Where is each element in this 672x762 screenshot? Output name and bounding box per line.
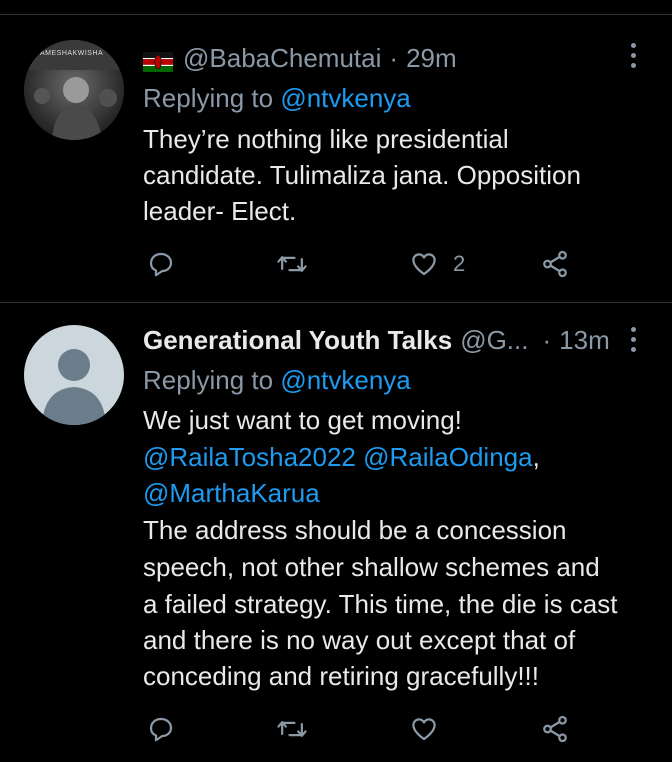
- kenya-flag-icon: [143, 48, 173, 72]
- avatar-caption: AMESHAKWISHA: [40, 50, 104, 57]
- replying-to: Replying to @ntvkenya: [143, 365, 411, 395]
- reply-button[interactable]: [146, 711, 176, 747]
- separator-dot: ·: [389, 42, 399, 73]
- more-icon[interactable]: [631, 327, 637, 353]
- tweet-text-line: candidate. Tulimaliza jana. Opposition: [143, 160, 581, 190]
- more-icon[interactable]: [631, 43, 637, 69]
- retweet-button[interactable]: [276, 711, 308, 747]
- avatar[interactable]: [24, 325, 124, 425]
- replying-to-link[interactable]: @ntvkenya: [280, 365, 410, 395]
- tweet-text-line: conceding and retiring gracefully!!!: [143, 661, 540, 691]
- like-count: 2: [453, 251, 466, 276]
- tweet-text-line: They’re nothing like presidential: [143, 124, 509, 154]
- like-button[interactable]: [409, 711, 439, 747]
- tweet-header: @BabaChemutai · 29m: [143, 41, 648, 75]
- tweet-text-line: a failed strategy. This time, the die is…: [143, 589, 618, 619]
- tweet-header: Generational Youth Talks @G... · 13m: [143, 323, 648, 357]
- replying-to-link[interactable]: @ntvkenya: [280, 83, 410, 113]
- separator-dot: ·: [542, 324, 552, 355]
- like-button[interactable]: 2: [409, 246, 465, 282]
- mentions-line: @RailaTosha2022 @RailaOdinga,: [143, 439, 540, 475]
- tweet-1[interactable]: AMESHAKWISHA @BabaChemutai · 29m Replyin…: [0, 0, 672, 302]
- tweet-text-line: We just want to get moving!: [143, 405, 462, 435]
- retweet-icon: [277, 256, 307, 272]
- timestamp[interactable]: 13m: [559, 325, 610, 356]
- like-icon: [412, 718, 436, 741]
- mention-link[interactable]: @RailaOdinga: [363, 442, 532, 472]
- mention-link[interactable]: @MarthaKarua: [143, 478, 320, 508]
- tweet-2[interactable]: Generational Youth Talks @G... · 13m Rep…: [0, 303, 672, 762]
- share-button[interactable]: [540, 246, 570, 282]
- default-avatar-icon: [42, 349, 106, 425]
- reply-button[interactable]: [146, 246, 176, 282]
- user-handle[interactable]: @G...: [460, 325, 528, 356]
- action-bar: 2: [0, 246, 672, 282]
- timestamp[interactable]: 29m: [406, 43, 457, 74]
- display-name[interactable]: Generational Youth Talks: [143, 325, 452, 356]
- tweet-text-line: leader- Elect.: [143, 196, 297, 226]
- share-icon: [543, 250, 567, 278]
- like-icon: [412, 253, 436, 276]
- user-handle[interactable]: @BabaChemutai: [183, 43, 381, 74]
- tweet-text-line: speech, not other shallow schemes and: [143, 552, 600, 582]
- tweet-text-line: The address should be a concession: [143, 515, 567, 545]
- share-icon: [543, 715, 567, 743]
- tweet-text-line: and there is no way out except that of: [143, 625, 576, 655]
- action-bar: [0, 711, 672, 747]
- replying-to: Replying to @ntvkenya: [143, 83, 411, 113]
- share-button[interactable]: [540, 711, 570, 747]
- mention-link[interactable]: @RailaTosha2022: [143, 442, 356, 472]
- reply-icon: [149, 252, 173, 277]
- avatar[interactable]: AMESHAKWISHA: [24, 40, 124, 140]
- reply-icon: [149, 717, 173, 742]
- mention-separator: ,: [532, 442, 540, 472]
- retweet-icon: [277, 721, 307, 737]
- mentions-line: @MarthaKarua: [143, 475, 320, 511]
- retweet-button[interactable]: [276, 246, 308, 282]
